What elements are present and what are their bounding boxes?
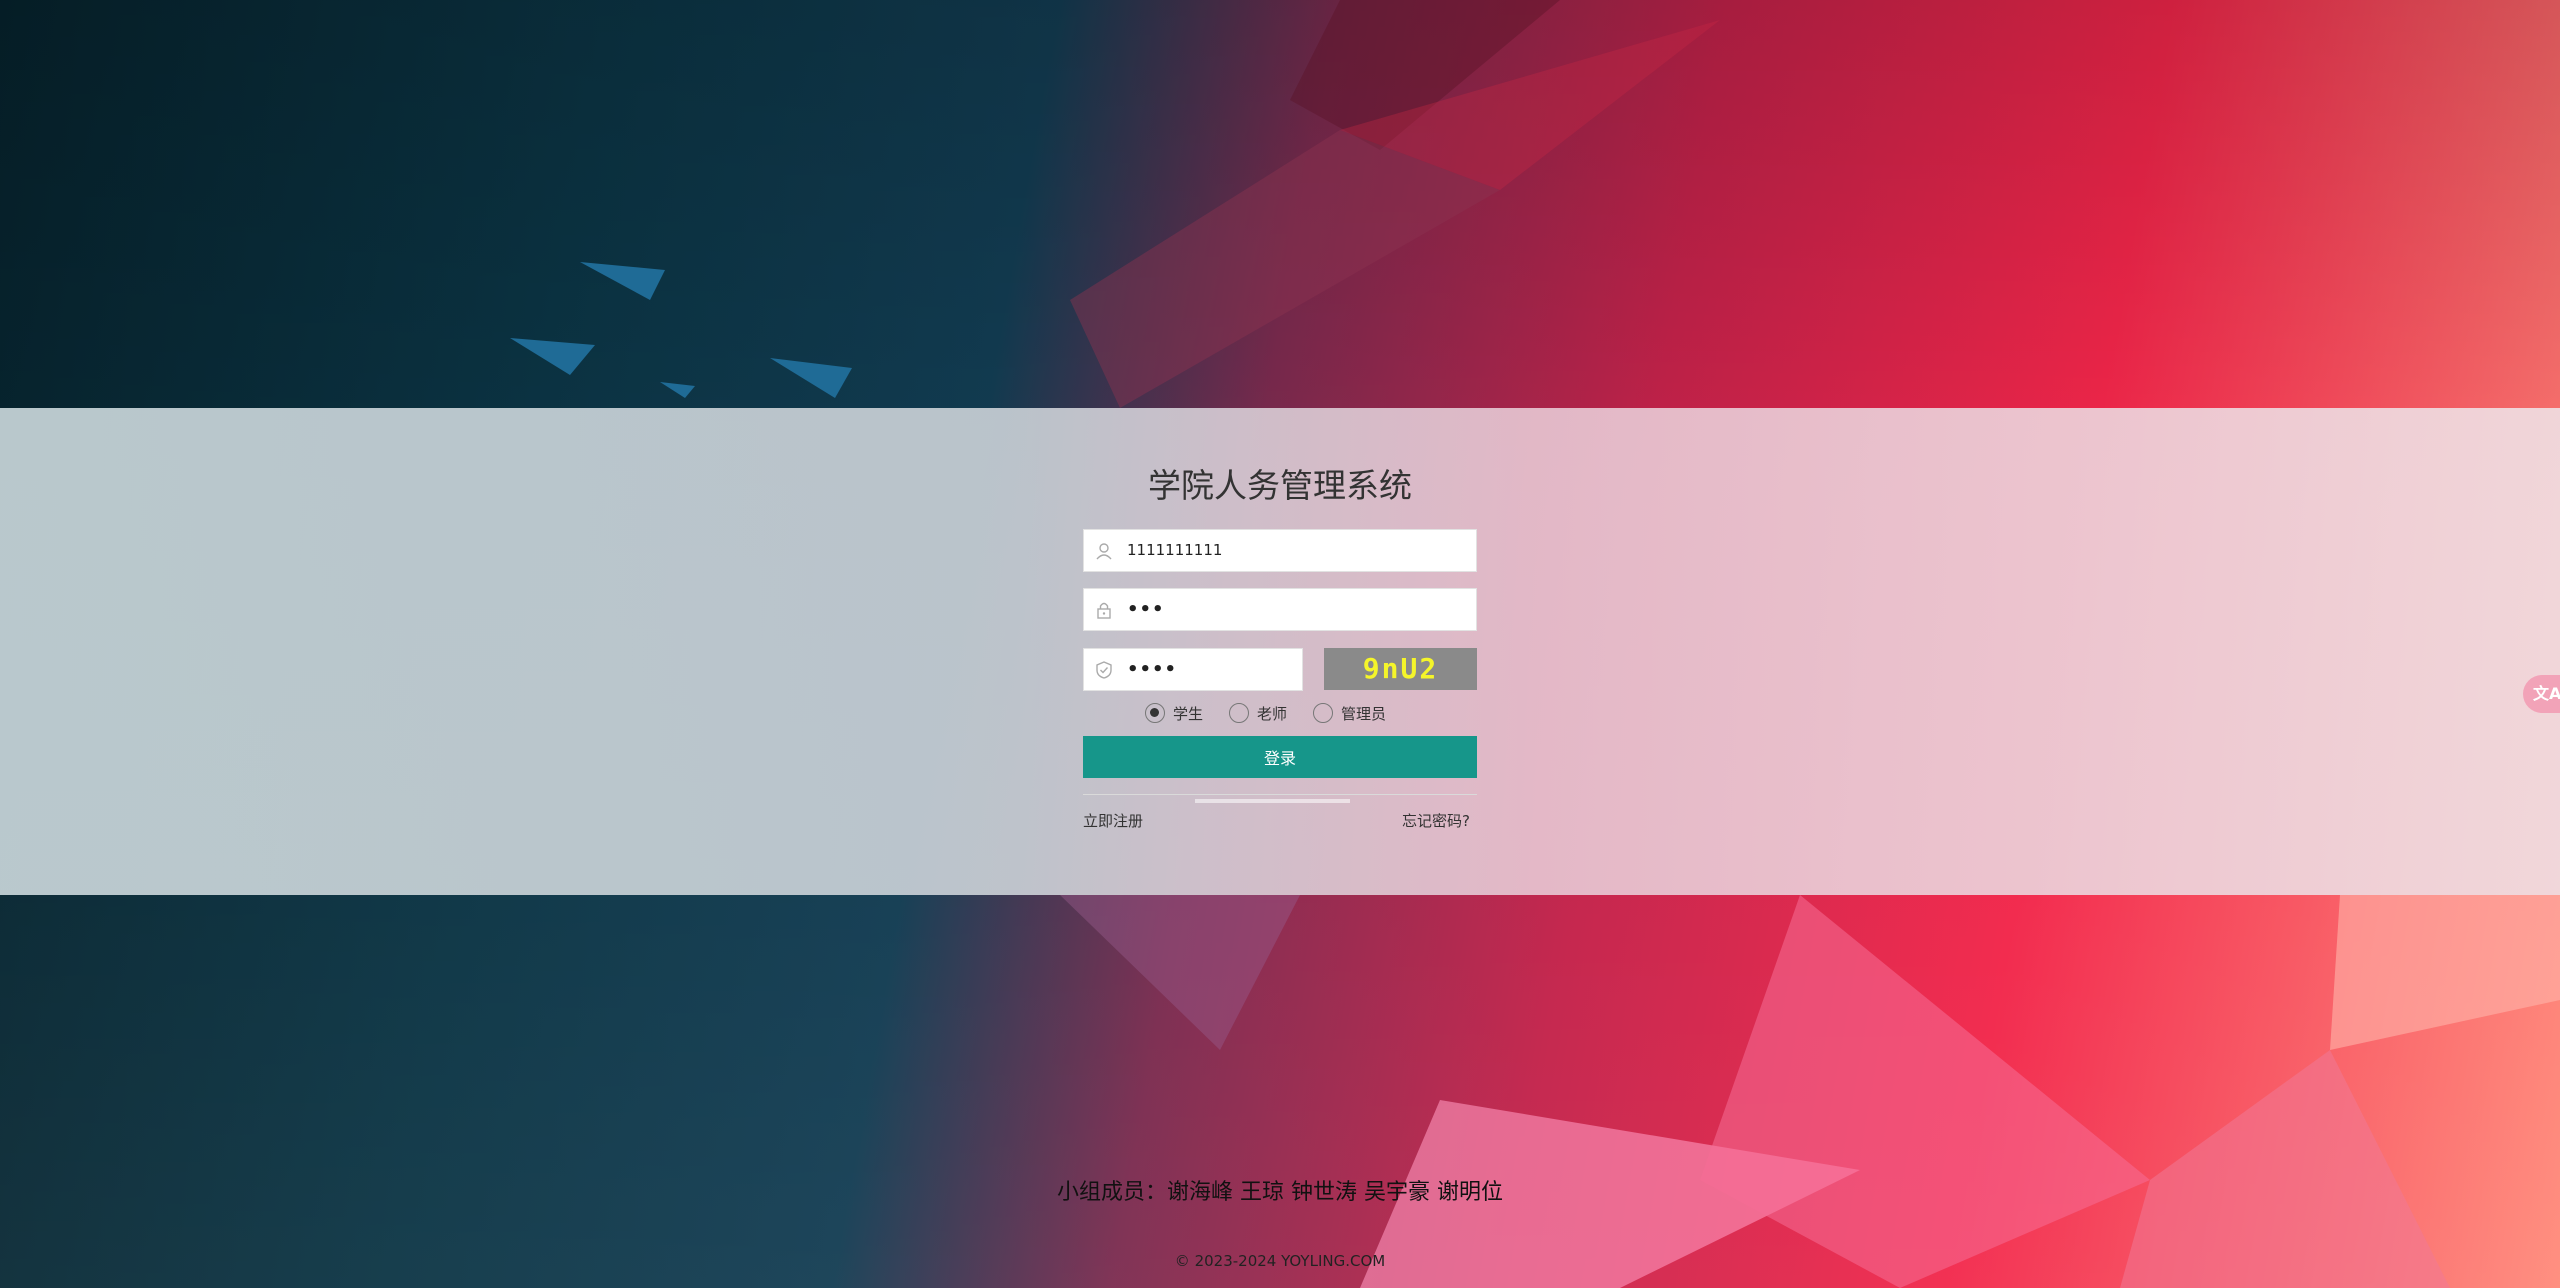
user-icon bbox=[1094, 541, 1114, 561]
divider-highlight bbox=[1195, 799, 1350, 803]
translate-button[interactable]: 文A bbox=[2523, 675, 2560, 713]
role-radio-student[interactable] bbox=[1145, 703, 1165, 723]
shield-icon bbox=[1094, 660, 1114, 680]
translate-icon: 文A bbox=[2533, 684, 2560, 703]
role-radio-teacher[interactable] bbox=[1229, 703, 1250, 723]
role-label-student: 学生 bbox=[1173, 704, 1204, 723]
password-field[interactable]: ••• bbox=[1083, 588, 1477, 631]
captcha-field[interactable]: •••• bbox=[1083, 648, 1303, 691]
role-label-teacher: 老师 bbox=[1257, 704, 1288, 723]
role-option-student[interactable]: 学生 bbox=[1145, 703, 1203, 724]
username-value: 1111111111 bbox=[1127, 541, 1223, 559]
register-link[interactable]: 立即注册 bbox=[1083, 810, 1143, 831]
role-option-teacher[interactable]: 老师 bbox=[1229, 703, 1287, 724]
role-radio-admin[interactable] bbox=[1313, 703, 1334, 723]
copyright: © 2023-2024 YOYLING.COM bbox=[1174, 1252, 1386, 1270]
captcha-input-value: •••• bbox=[1127, 659, 1178, 680]
group-members: 小组成员：谢海峰 王琼 钟世涛 吴宇豪 谢明位 bbox=[1057, 1180, 1503, 1205]
password-value: ••• bbox=[1127, 599, 1165, 620]
page-title: 学院人务管理系统 bbox=[1148, 466, 1412, 505]
role-label-admin: 管理员 bbox=[1341, 704, 1387, 723]
lock-icon bbox=[1094, 600, 1114, 620]
username-field[interactable]: 1111111111 bbox=[1083, 529, 1477, 572]
captcha-image[interactable]: 9nU2 bbox=[1324, 648, 1477, 690]
forgot-password-link[interactable]: 忘记密码? bbox=[1402, 810, 1470, 831]
login-box: 学院人务管理系统 1111111111 ••• •••• 9nU2 学生 老师 … bbox=[1083, 460, 1477, 830]
role-option-admin[interactable]: 管理员 bbox=[1313, 703, 1386, 724]
role-group: 学生 老师 管理员 bbox=[1145, 700, 1412, 726]
login-button[interactable]: 登录 bbox=[1083, 736, 1477, 778]
divider bbox=[1083, 794, 1477, 795]
